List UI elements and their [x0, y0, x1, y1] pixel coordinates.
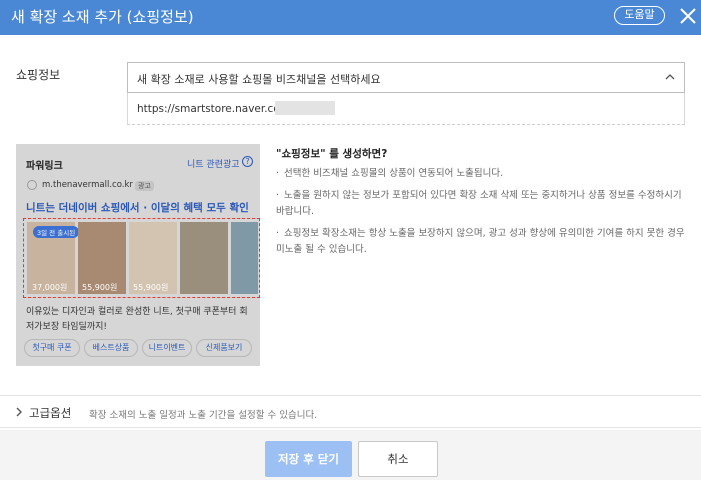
product-thumbnail [180, 222, 228, 294]
bullet: · [276, 168, 280, 179]
chevron-right-icon[interactable] [14, 406, 24, 418]
preview-site-url: m.thenavermall.co.kr [42, 180, 133, 190]
bullet: · [276, 190, 280, 201]
info-icon: ? [242, 156, 253, 167]
preview-description: 저가보장 타임딜까지! [26, 322, 107, 332]
info-paragraph: · 노출을 원하지 않는 정보가 포함되어 있다면 확장 소재 삭제 또는 중지하… [276, 188, 686, 220]
info-paragraph: · 쇼핑정보 확장소재는 항상 노출을 보장하지 않으며, 광고 성과 향상에 유… [276, 226, 686, 258]
preview-chip: 첫구매 쿠폰 [24, 339, 80, 357]
product-thumbnail: 3일 전 출시된 37,000원 [27, 222, 80, 294]
shopping-info-label: 쇼핑정보 [16, 68, 61, 82]
advanced-options-toggle[interactable]: 고급옵션 [29, 405, 71, 421]
dialog-titlebar: 새 확장 소재 추가 (쇼핑정보) 도움말 [0, 0, 701, 35]
product-price: 37,000원 [32, 283, 68, 292]
product-price: 55,900원 [82, 283, 118, 292]
preview-description: 이유있는 디자인과 컬러로 완성한 니트, 첫구매 쿠폰부터 회 [26, 307, 248, 317]
cancel-button[interactable]: 취소 [358, 441, 438, 477]
advanced-options-description: 확장 소재의 노출 일정과 노출 기간을 설정할 수 있습니다. [89, 410, 318, 421]
product-price: 55,900원 [133, 283, 169, 292]
ad-preview: 파워링크 니트 관련광고 ? m.thenavermall.co.kr 광고 니… [16, 144, 260, 366]
close-icon [680, 8, 696, 24]
bizchannel-select[interactable]: 새 확장 소재로 사용할 쇼핑몰 비즈채널을 선택하세요 [127, 62, 685, 93]
info-paragraph: · 선택한 비즈채널 쇼핑몰의 상품이 연동되어 노출됩니다. [276, 166, 686, 182]
bizchannel-select-placeholder: 새 확장 소재로 사용할 쇼핑몰 비즈채널을 선택하세요 [137, 73, 381, 86]
bullet: · [276, 228, 280, 239]
info-text: 노출을 원하지 않는 정보가 포함되어 있다면 확장 소재 삭제 또는 중지하거… [276, 190, 682, 217]
product-thumbnail [231, 222, 258, 294]
preview-title: 파워링크 [26, 161, 63, 172]
preview-headline: 니트는 더네이버 쇼핑에서 · 이달의 혜택 모두 확인 [26, 202, 249, 214]
site-favicon-icon [27, 180, 37, 190]
preview-related-ad-link: 니트 관련광고 [187, 160, 240, 170]
dialog-title: 새 확장 소재 추가 (쇼핑정보) [11, 8, 194, 26]
chevron-up-icon [665, 74, 675, 80]
info-text: 쇼핑정보 확장소재는 항상 노출을 보장하지 않으며, 광고 성과 향상에 유의… [276, 228, 685, 255]
new-badge: 3일 전 출시된 [33, 226, 80, 238]
url-redacted-block [275, 101, 335, 115]
bizchannel-url-text: https://smartstore.naver.com/ [137, 103, 294, 115]
product-thumbnail: 55,900원 [129, 222, 177, 294]
preview-product-images: 3일 전 출시된 37,000원 55,900원 55,900원 [23, 218, 260, 298]
preview-chip: 베스트상품 [84, 339, 138, 357]
preview-chip: 니트이벤트 [142, 339, 192, 357]
product-thumbnail: 55,900원 [78, 222, 126, 294]
info-title: "쇼핑정보" 를 생성하면? [276, 148, 388, 160]
preview-ad-tag: 광고 [135, 181, 154, 191]
preview-chip: 신제품보기 [196, 339, 252, 357]
info-text: 선택한 비즈채널 쇼핑몰의 상품이 연동되어 노출됩니다. [284, 168, 504, 179]
bizchannel-option-url[interactable]: https://smartstore.naver.com/ [127, 93, 685, 125]
close-button[interactable] [676, 4, 700, 28]
help-button[interactable]: 도움말 [614, 6, 665, 25]
advanced-options-row: 고급옵션 확장 소재의 노출 일정과 노출 기간을 설정할 수 있습니다. [0, 395, 701, 428]
save-and-close-button[interactable]: 저장 후 닫기 [265, 441, 352, 477]
